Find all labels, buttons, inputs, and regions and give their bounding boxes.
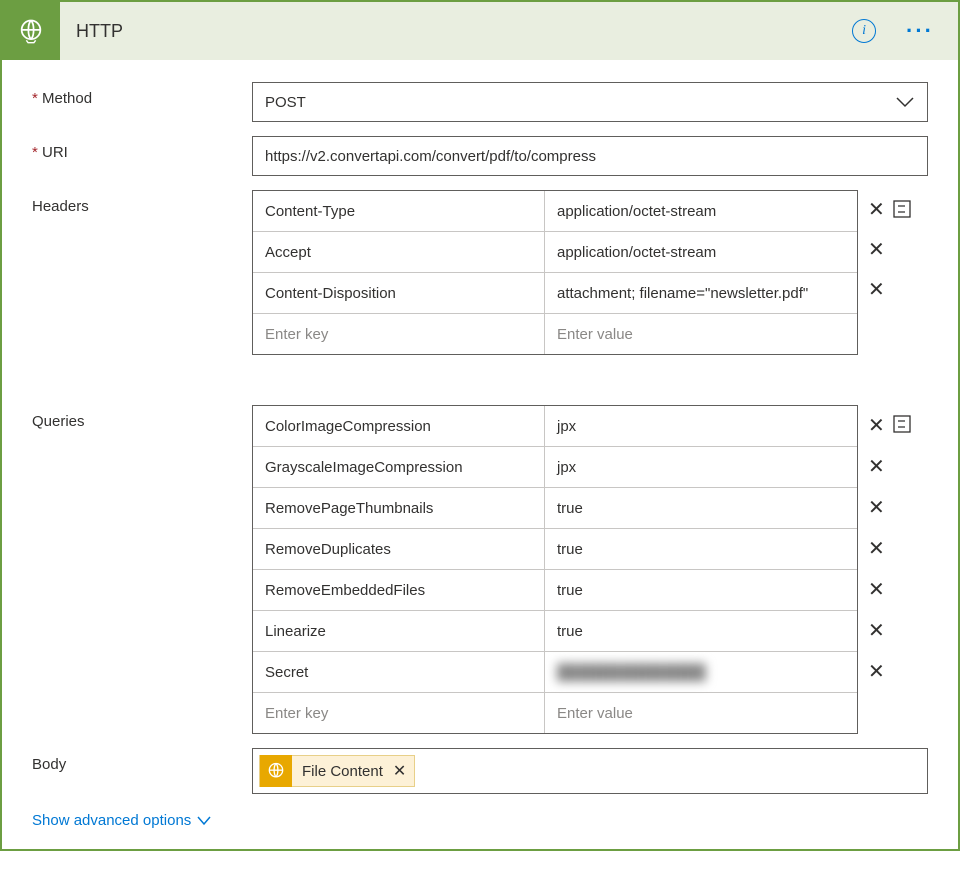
delete-row-icon[interactable]: ✕ (868, 498, 885, 518)
table-row: GrayscaleImageCompression jpx (253, 447, 857, 488)
query-value-input[interactable]: jpx (545, 447, 857, 487)
table-row: RemoveEmbeddedFiles true (253, 570, 857, 611)
query-key-input[interactable]: Linearize (253, 611, 545, 651)
method-value: POST (265, 94, 306, 111)
info-icon[interactable]: i (852, 19, 876, 43)
header-key-placeholder[interactable]: Enter key (253, 314, 545, 354)
queries-row: Queries ColorImageCompression jpx Graysc… (32, 405, 928, 734)
http-action-card: HTTP i ··· * Method POST * URI https://v… (0, 0, 960, 851)
header-key-input[interactable]: Content-Type (253, 191, 545, 231)
delete-row-icon[interactable]: ✕ (868, 280, 885, 300)
uri-label: * URI (32, 136, 252, 161)
uri-input[interactable]: https://v2.convertapi.com/convert/pdf/to… (252, 136, 928, 176)
switch-mode-icon[interactable] (893, 415, 911, 436)
table-row: RemoveDuplicates true (253, 529, 857, 570)
query-key-placeholder[interactable]: Enter key (253, 693, 545, 733)
body-row: Body File Content ✕ (32, 748, 928, 794)
delete-row-icon[interactable]: ✕ (868, 621, 885, 641)
headers-table: Content-Type application/octet-stream Ac… (252, 190, 858, 355)
query-value-input[interactable]: true (545, 488, 857, 528)
uri-row: * URI https://v2.convertapi.com/convert/… (32, 136, 928, 176)
table-row: Enter key Enter value (253, 314, 857, 354)
table-row: Accept application/octet-stream (253, 232, 857, 273)
chevron-down-icon (895, 92, 915, 113)
delete-row-icon[interactable]: ✕ (868, 539, 885, 559)
http-icon (2, 2, 60, 60)
query-key-input[interactable]: RemoveEmbeddedFiles (253, 570, 545, 610)
show-advanced-link[interactable]: Show advanced options (32, 808, 211, 829)
delete-row-icon[interactable]: ✕ (868, 580, 885, 600)
header-value-input[interactable]: application/octet-stream (545, 232, 857, 272)
header-key-input[interactable]: Content-Disposition (253, 273, 545, 313)
delete-row-icon[interactable]: ✕ (868, 662, 885, 682)
header-value-input[interactable]: attachment; filename="newsletter.pdf" (545, 273, 857, 313)
table-row: Linearize true (253, 611, 857, 652)
table-row: ColorImageCompression jpx (253, 406, 857, 447)
table-row: Content-Disposition attachment; filename… (253, 273, 857, 314)
query-value-input[interactable]: ██████████████ (545, 652, 857, 692)
table-row: Secret ██████████████ (253, 652, 857, 693)
delete-row-icon[interactable]: ✕ (868, 240, 885, 260)
file-content-token[interactable]: File Content ✕ (259, 755, 415, 787)
card-body: * Method POST * URI https://v2.convertap… (2, 60, 958, 849)
query-value-placeholder[interactable]: Enter value (545, 693, 857, 733)
method-row: * Method POST (32, 82, 928, 122)
query-key-input[interactable]: ColorImageCompression (253, 406, 545, 446)
headers-row: Headers Content-Type application/octet-s… (32, 190, 928, 391)
body-input[interactable]: File Content ✕ (252, 748, 928, 794)
method-dropdown[interactable]: POST (252, 82, 928, 122)
query-value-input[interactable]: true (545, 529, 857, 569)
table-row: RemovePageThumbnails true (253, 488, 857, 529)
table-row: Content-Type application/octet-stream (253, 191, 857, 232)
queries-label: Queries (32, 405, 252, 430)
card-title: HTTP (60, 21, 852, 42)
query-key-input[interactable]: RemovePageThumbnails (253, 488, 545, 528)
query-key-input[interactable]: GrayscaleImageCompression (253, 447, 545, 487)
query-value-input[interactable]: jpx (545, 406, 857, 446)
header-value-input[interactable]: application/octet-stream (545, 191, 857, 231)
token-label: File Content (302, 763, 383, 780)
header-value-placeholder[interactable]: Enter value (545, 314, 857, 354)
query-key-input[interactable]: Secret (253, 652, 545, 692)
body-label: Body (32, 748, 252, 773)
query-value-input[interactable]: true (545, 611, 857, 651)
switch-mode-icon[interactable] (893, 200, 911, 221)
query-value-input[interactable]: true (545, 570, 857, 610)
queries-actions: ✕ ✕ ✕ ✕ ✕ ✕ ✕ (858, 405, 928, 732)
delete-row-icon[interactable]: ✕ (868, 416, 885, 436)
chevron-down-icon (197, 813, 211, 829)
token-remove-icon[interactable]: ✕ (393, 761, 406, 781)
card-header: HTTP i ··· (2, 2, 958, 60)
method-label: * Method (32, 82, 252, 107)
queries-table: ColorImageCompression jpx GrayscaleImage… (252, 405, 858, 734)
headers-actions: ✕ ✕ ✕ (858, 190, 928, 391)
delete-row-icon[interactable]: ✕ (868, 200, 885, 220)
delete-row-icon[interactable]: ✕ (868, 457, 885, 477)
header-key-input[interactable]: Accept (253, 232, 545, 272)
table-row: Enter key Enter value (253, 693, 857, 733)
headers-label: Headers (32, 190, 252, 215)
more-menu-icon[interactable]: ··· (906, 26, 934, 36)
query-key-input[interactable]: RemoveDuplicates (253, 529, 545, 569)
globe-icon (260, 755, 292, 787)
